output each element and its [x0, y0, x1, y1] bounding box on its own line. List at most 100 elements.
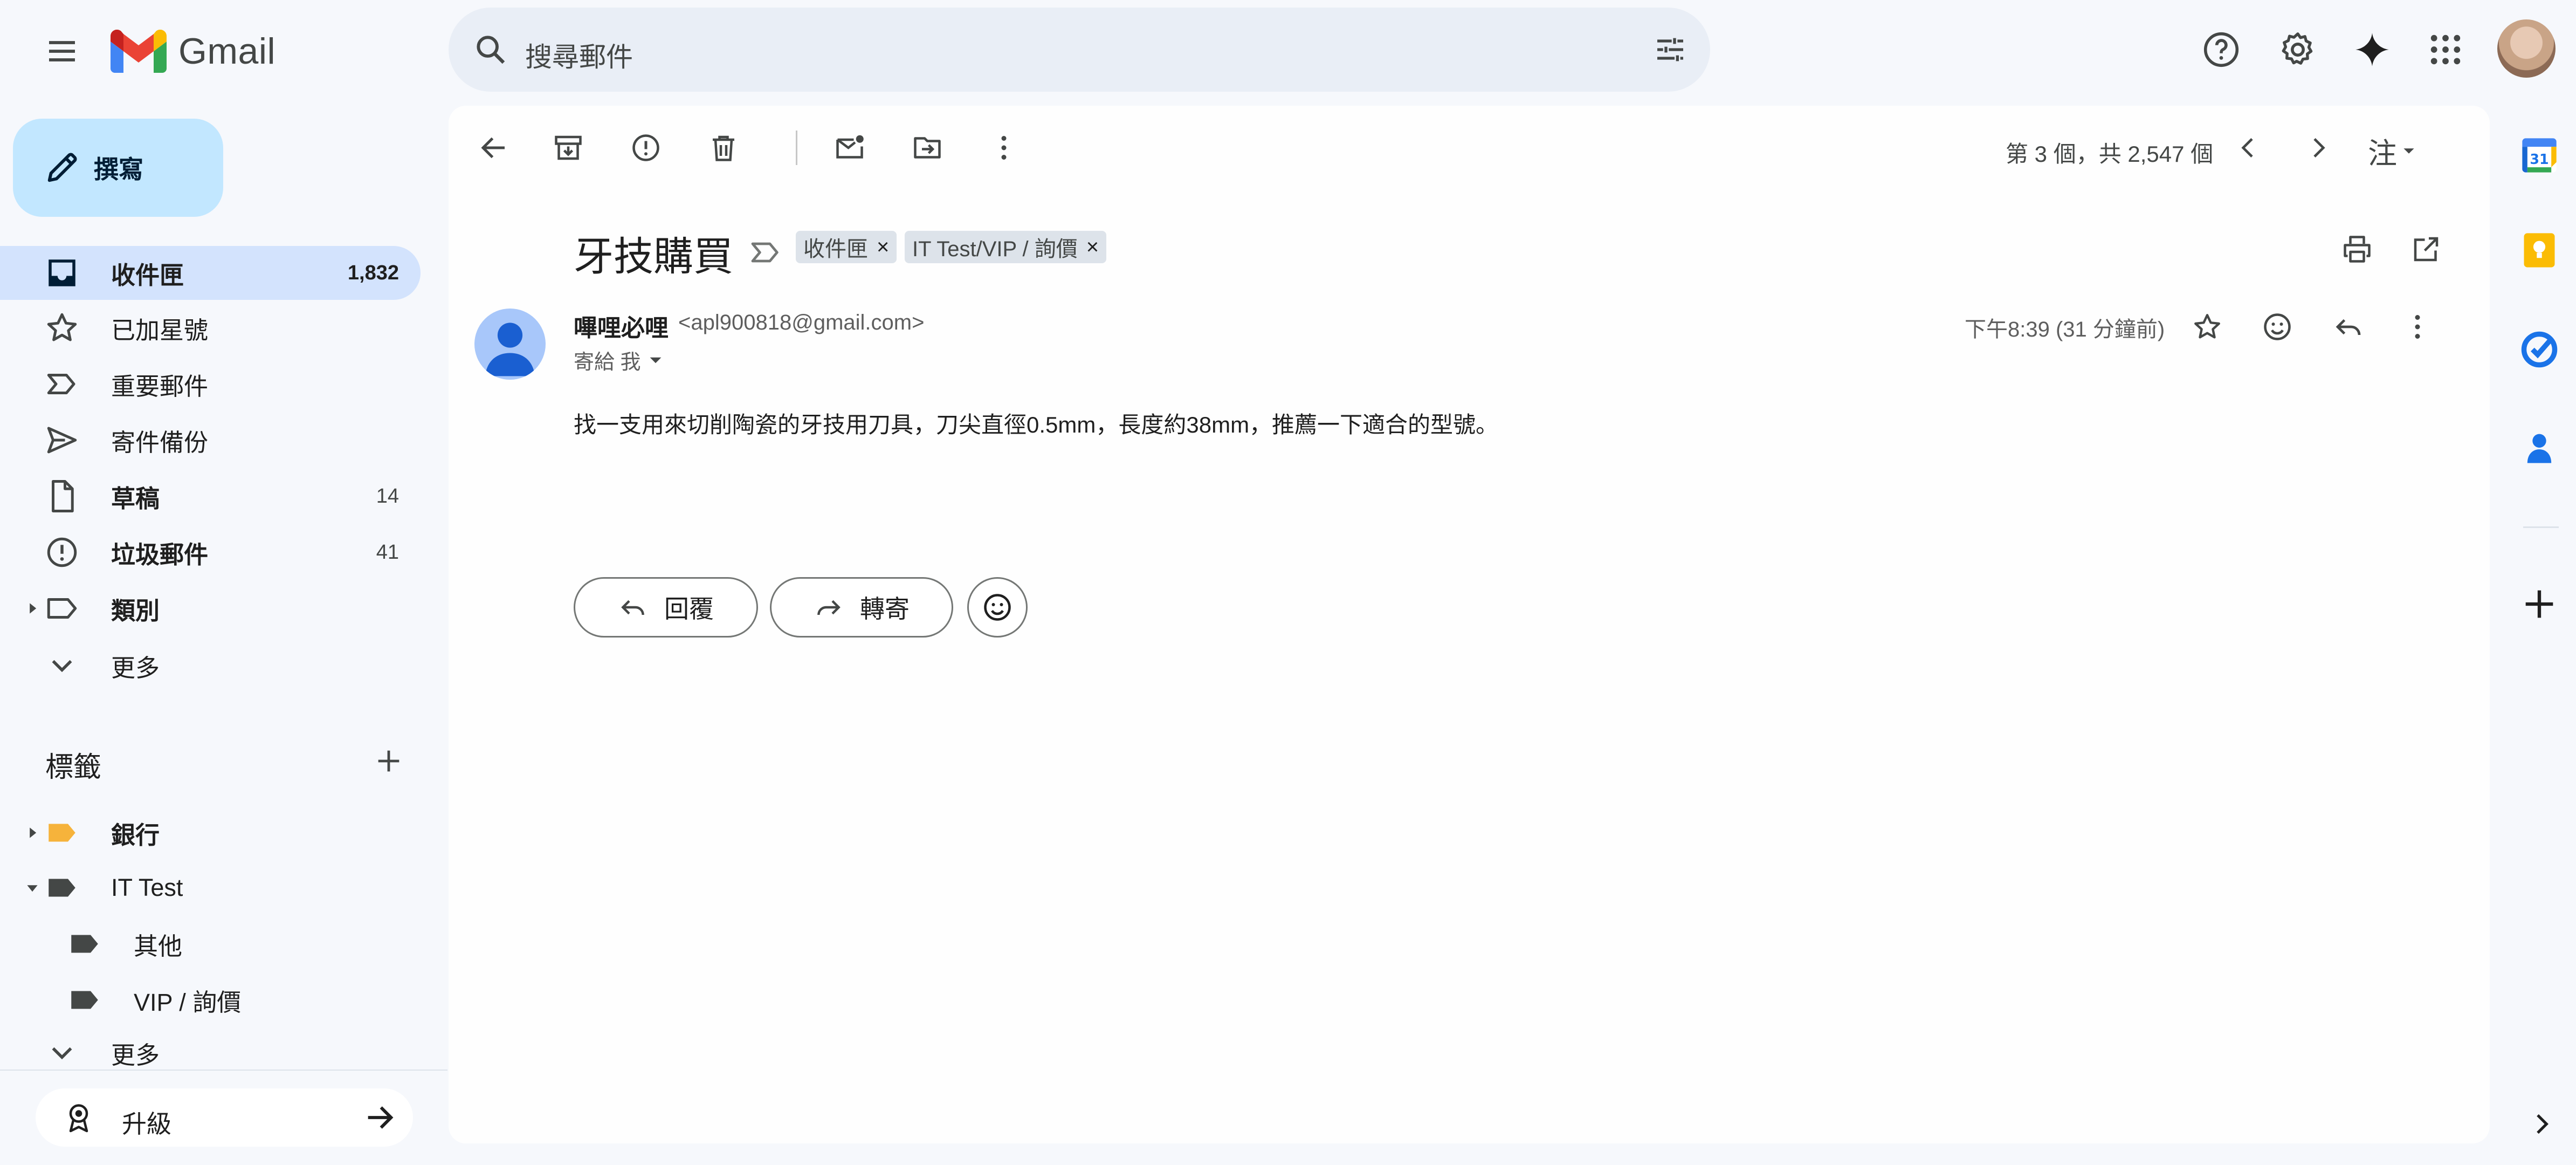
nav-item-spam[interactable]: 垃圾郵件 41 — [0, 525, 421, 579]
print-all-button[interactable] — [2336, 228, 2379, 271]
label-icon — [71, 935, 98, 953]
search-options-icon[interactable] — [1650, 29, 1691, 70]
importance-marker-icon[interactable] — [748, 235, 783, 270]
message-timestamp: 下午8:39 (31 分鐘前) — [1965, 318, 2165, 341]
account-avatar[interactable] — [2497, 19, 2556, 78]
get-addons-button[interactable] — [2519, 584, 2560, 625]
report-spam-button[interactable] — [624, 126, 667, 169]
compose-button[interactable]: 撰寫 — [13, 119, 223, 217]
sender-avatar[interactable] — [474, 309, 546, 380]
print-icon — [2344, 236, 2371, 263]
show-side-panel-button[interactable] — [2526, 1109, 2557, 1139]
nav-label-sent: 寄件備份 — [111, 428, 209, 456]
open-in-new-icon — [2414, 237, 2439, 262]
arrow-back-icon — [481, 137, 505, 159]
tasks-app-button[interactable] — [2519, 329, 2560, 370]
older-button[interactable] — [2297, 126, 2340, 169]
gemini-sparkle-icon[interactable] — [2345, 23, 2399, 77]
chevron-right-icon — [2313, 138, 2325, 157]
remove-label-button[interactable]: × — [877, 235, 889, 259]
reply-icon-button[interactable] — [2326, 304, 2371, 350]
gmail-logo[interactable]: Gmail — [111, 24, 275, 78]
reply-button[interactable]: 回覆 — [574, 577, 758, 638]
delete-button[interactable] — [702, 126, 745, 169]
open-new-window-button[interactable] — [2405, 228, 2448, 271]
nav-item-inbox[interactable]: 收件匣 1,832 — [0, 246, 421, 300]
label-chip-inbox[interactable]: 收件匣 × — [796, 231, 897, 263]
nav-item-drafts[interactable]: 草稿 14 — [0, 469, 421, 523]
reply-icon — [621, 600, 644, 615]
recipient-line[interactable]: 寄給 我 — [574, 345, 663, 375]
search-bar[interactable]: 搜尋郵件 — [449, 8, 1710, 92]
apps-grid-icon[interactable] — [2419, 23, 2472, 77]
calendar-icon: 31 — [2522, 138, 2557, 173]
forward-icon — [817, 600, 841, 615]
search-icon[interactable] — [470, 29, 511, 70]
labels-header: 標籤 — [45, 752, 102, 783]
keep-icon — [2524, 233, 2555, 268]
nav-item-more[interactable]: 更多 — [0, 639, 421, 693]
remove-label-button[interactable]: × — [1086, 235, 1099, 259]
react-emoji-button[interactable] — [967, 577, 1028, 638]
forward-button[interactable]: 轉寄 — [770, 577, 953, 638]
forward-label: 轉寄 — [860, 595, 910, 623]
nav-item-important[interactable]: 重要郵件 — [0, 357, 421, 411]
nav-label-spam: 垃圾郵件 — [111, 540, 209, 568]
app-name: Gmail — [178, 31, 276, 72]
labels-more[interactable]: 更多 — [0, 1031, 421, 1074]
expand-arrow-icon[interactable] — [26, 826, 39, 839]
pager-text: 第 3 個，共 2,547 個 — [2006, 141, 2214, 167]
main-menu-button[interactable] — [32, 22, 92, 81]
add-reaction-button[interactable] — [2255, 304, 2300, 350]
mark-unread-icon — [836, 135, 864, 159]
labels-more-label: 更多 — [111, 1041, 160, 1069]
star-icon — [47, 313, 77, 341]
search-input[interactable]: 搜尋郵件 — [525, 36, 633, 74]
chevron-down-icon — [52, 660, 72, 673]
contacts-icon — [2527, 434, 2552, 463]
label-item-other[interactable]: 其他 — [0, 917, 421, 971]
label-item-it-test[interactable]: IT Test — [0, 861, 421, 915]
message-more-button[interactable] — [2395, 304, 2440, 350]
collapse-arrow-icon[interactable] — [26, 881, 39, 894]
help-icon[interactable] — [2194, 23, 2248, 77]
add-label-button[interactable] — [371, 743, 407, 779]
gmail-m-icon — [111, 30, 167, 73]
label-name-other: 其他 — [134, 932, 183, 960]
reply-icon — [2336, 319, 2361, 335]
more-vert-icon — [1001, 136, 1007, 160]
settings-gear-icon[interactable] — [2271, 23, 2325, 77]
chevron-down-icon — [52, 1047, 72, 1060]
chevron-left-icon — [2241, 138, 2253, 157]
contacts-app-button[interactable] — [2519, 427, 2560, 468]
compose-label: 撰寫 — [94, 155, 143, 183]
label-icon — [49, 824, 75, 842]
calendar-app-button[interactable]: 31 — [2519, 135, 2560, 176]
nav-item-starred[interactable]: 已加星號 — [0, 301, 421, 355]
nav-item-categories[interactable]: 類別 — [0, 581, 421, 635]
newer-button[interactable] — [2227, 126, 2270, 169]
star-icon — [2194, 314, 2220, 339]
label-item-vip[interactable]: VIP / 詢價 — [0, 973, 421, 1027]
chip-label: IT Test/VIP / 詢價 — [912, 237, 1078, 261]
nav-count-inbox: 1,832 — [347, 261, 399, 284]
label-name-bank: 銀行 — [111, 821, 160, 849]
calendar-day: 31 — [2530, 151, 2549, 167]
input-tools-button[interactable]: 注 — [2368, 129, 2415, 172]
nav-count-drafts: 14 — [376, 484, 399, 508]
keep-app-button[interactable] — [2519, 230, 2560, 271]
back-button[interactable] — [472, 126, 515, 169]
label-chip-vip[interactable]: IT Test/VIP / 詢價 × — [905, 231, 1107, 263]
more-actions-button[interactable] — [982, 126, 1025, 169]
expand-arrow-icon[interactable] — [26, 602, 39, 615]
sender-name[interactable]: 嗶哩必哩 — [574, 309, 669, 343]
upgrade-button[interactable]: 升級 — [36, 1088, 413, 1147]
move-to-button[interactable] — [906, 126, 949, 169]
nav-item-sent[interactable]: 寄件備份 — [0, 413, 421, 467]
star-button[interactable] — [2185, 304, 2230, 350]
upgrade-label: 升級 — [122, 1110, 171, 1138]
mark-unread-button[interactable] — [828, 126, 871, 169]
label-item-bank[interactable]: 銀行 — [0, 806, 421, 860]
dropdown-arrow-icon[interactable] — [649, 353, 663, 367]
archive-button[interactable] — [547, 126, 590, 169]
